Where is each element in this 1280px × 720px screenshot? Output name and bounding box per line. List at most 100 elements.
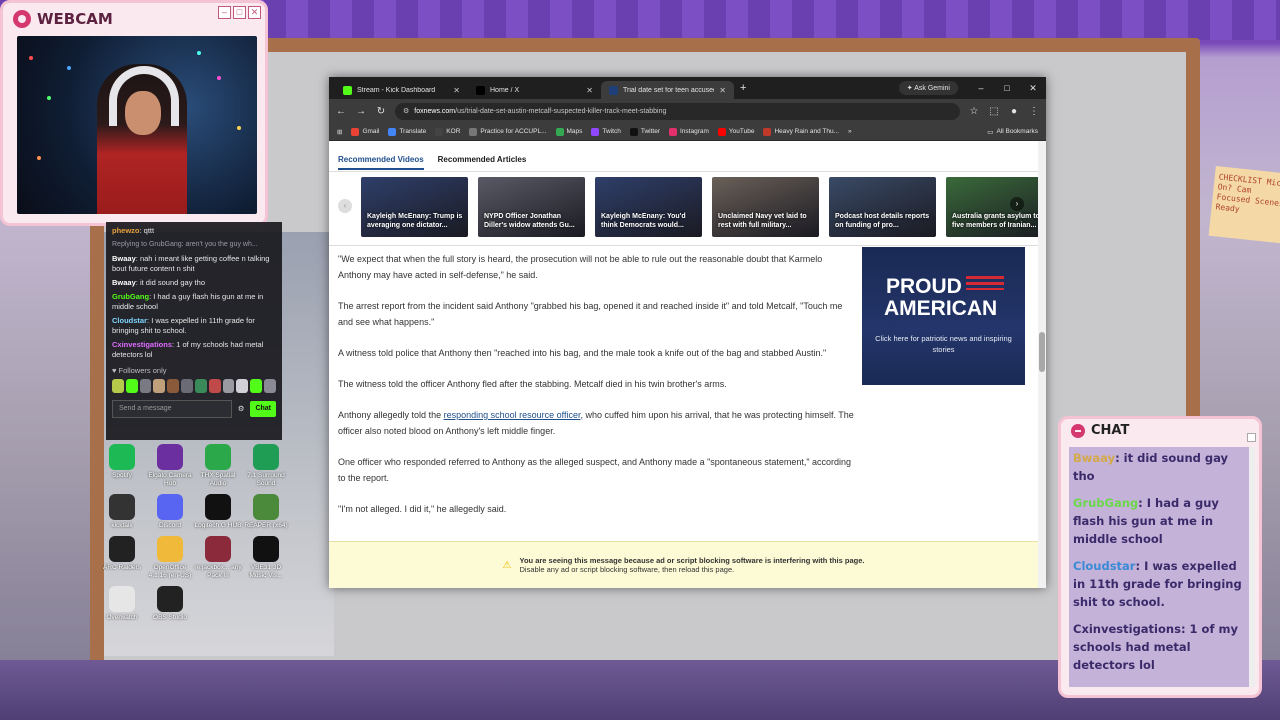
desktop-icon[interactable]: VBE31 3D Music Vis... bbox=[242, 536, 290, 580]
recommended-tabs: Recommended Videos Recommended Articles bbox=[338, 155, 526, 170]
desktop-icon[interactable]: Discord bbox=[146, 494, 194, 530]
reload-icon[interactable]: ↻ bbox=[375, 106, 387, 117]
emote-icon[interactable] bbox=[139, 379, 152, 393]
app-icon bbox=[157, 586, 183, 612]
video-thumbnail[interactable]: NYPD Officer Jonathan Diller's widow att… bbox=[478, 177, 585, 237]
profile-avatar[interactable]: ● bbox=[1008, 106, 1020, 117]
bookmark-label: Heavy Rain and Thu... bbox=[774, 128, 839, 135]
desktop-icon[interactable]: ARC Raiders bbox=[98, 536, 146, 580]
bookmark-item[interactable]: Twitter bbox=[629, 127, 660, 136]
browser-tab[interactable]: Trial date set for teen accused ✕ bbox=[601, 81, 734, 99]
maximize-icon[interactable]: □ bbox=[994, 83, 1020, 93]
bookmark-item[interactable]: KOR bbox=[435, 127, 461, 136]
app-icon bbox=[205, 494, 231, 520]
carousel-prev-button[interactable]: ‹ bbox=[338, 199, 352, 213]
browser-tab[interactable]: Stream - Kick Dashboard ✕ bbox=[335, 81, 468, 99]
app-icon bbox=[157, 536, 183, 562]
emote-icon[interactable] bbox=[264, 379, 276, 393]
video-thumbnail[interactable]: Podcast host details reports on funding … bbox=[829, 177, 936, 237]
chat-text: qttt bbox=[143, 226, 155, 235]
extensions-icon[interactable]: ⬚ bbox=[988, 106, 1000, 117]
bookmark-item[interactable]: Practice for ACCUPL... bbox=[469, 127, 547, 136]
tab-recommended-articles[interactable]: Recommended Articles bbox=[438, 155, 527, 170]
tab-close-icon[interactable]: ✕ bbox=[586, 86, 593, 95]
back-icon[interactable]: ← bbox=[335, 106, 347, 117]
bookmarks-overflow-icon[interactable]: » bbox=[848, 128, 852, 135]
settings-icon[interactable]: ⚙ bbox=[238, 404, 245, 414]
ask-gemini-button[interactable]: ✦ Ask Gemini bbox=[898, 81, 958, 95]
send-bar: Send a message ⚙ Chat bbox=[112, 398, 276, 420]
officer-link[interactable]: responding school resource officer bbox=[444, 410, 581, 420]
video-caption: Podcast host details reports on funding … bbox=[835, 213, 930, 229]
desktop-icon[interactable]: OpenOffice 4.1.16 (en-US) bbox=[146, 536, 194, 580]
desktop-icon[interactable]: THX Spatial Audio bbox=[194, 444, 242, 488]
video-caption: Kayleigh McEnany: You'd think Democrats … bbox=[601, 213, 686, 229]
bookmark-label: Gmail bbox=[362, 128, 380, 135]
bookmark-item[interactable]: Gmail bbox=[351, 127, 380, 136]
emote-icon[interactable] bbox=[222, 379, 235, 393]
new-tab-button[interactable]: + bbox=[740, 82, 746, 94]
emote-icon[interactable] bbox=[153, 379, 166, 393]
emote-icon[interactable] bbox=[125, 379, 138, 393]
tab-close-icon[interactable]: ✕ bbox=[719, 86, 726, 95]
emote-bar bbox=[112, 379, 276, 393]
bookmark-item[interactable]: YouTube bbox=[717, 127, 754, 136]
video-caption: Kayleigh McEnany: Trump is averaging one… bbox=[367, 213, 463, 229]
chat-message: GrubGang: I had a guy flash his gun at m… bbox=[112, 292, 264, 311]
bookmark-favicon-icon bbox=[555, 127, 564, 136]
app-icon bbox=[157, 494, 183, 520]
carousel-next-button[interactable]: › bbox=[1010, 197, 1024, 211]
all-bookmarks[interactable]: ▭ All Bookmarks bbox=[987, 128, 1038, 136]
browser-tab[interactable]: Home / X ✕ bbox=[468, 81, 601, 99]
site-info-icon[interactable]: ⚙ bbox=[403, 107, 409, 115]
webcam-panel: WEBCAM – □ ✕ bbox=[0, 0, 268, 226]
chat-username: Bwaay bbox=[1073, 451, 1116, 465]
apps-icon[interactable]: ⊞ bbox=[337, 128, 342, 136]
bookmark-item[interactable]: Twitch bbox=[591, 127, 621, 136]
emote-icon[interactable] bbox=[194, 379, 207, 393]
tab-recommended-videos[interactable]: Recommended Videos bbox=[338, 155, 424, 170]
bookmark-item[interactable]: Instagram bbox=[668, 127, 709, 136]
desktop-icon[interactable]: Overwatch bbox=[98, 586, 146, 622]
bookmark-item[interactable]: Translate bbox=[388, 127, 426, 136]
video-thumbnail[interactable]: Unclaimed Navy vet laid to rest with ful… bbox=[712, 177, 819, 237]
article-paragraph: The arrest report from the incident said… bbox=[338, 301, 843, 327]
video-thumbnail[interactable]: Australia grants asylum to five members … bbox=[946, 177, 1038, 237]
emote-icon[interactable] bbox=[250, 379, 263, 393]
close-icon[interactable]: ✕ bbox=[1020, 83, 1046, 94]
proud-american-ad[interactable]: PROUD AMERICAN Click here for patriotic … bbox=[862, 247, 1025, 385]
desktop-icon[interactable]: OBS Studio bbox=[146, 586, 194, 622]
app-icon bbox=[253, 444, 279, 470]
bookmark-item[interactable]: Maps bbox=[555, 127, 582, 136]
app-icon bbox=[109, 536, 135, 562]
chat-username: Cloudstar bbox=[1073, 559, 1136, 573]
bookmark-star-icon[interactable]: ☆ bbox=[968, 106, 980, 117]
url-input[interactable]: ⚙ foxnews.com/us/trial-date-set-austin-m… bbox=[395, 102, 960, 120]
chat-text: it did sound gay tho bbox=[139, 278, 205, 287]
menu-icon[interactable]: ⋮ bbox=[1028, 106, 1040, 117]
chat-message: phewzo: qttt bbox=[112, 226, 155, 235]
emote-icon[interactable] bbox=[167, 379, 180, 393]
emote-icon[interactable] bbox=[236, 379, 249, 393]
minimize-icon[interactable]: – bbox=[968, 83, 994, 93]
tab-close-icon[interactable]: ✕ bbox=[453, 86, 460, 95]
desktop-icon[interactable]: re:jackbox... any Pack III bbox=[194, 536, 242, 580]
chat-username: Bwaay bbox=[112, 254, 136, 263]
desktop-icon[interactable]: Spotify bbox=[98, 444, 146, 488]
send-message-input[interactable]: Send a message bbox=[112, 400, 232, 418]
scrollbar-thumb[interactable] bbox=[1039, 332, 1045, 372]
video-thumbnail[interactable]: Kayleigh McEnany: Trump is averaging one… bbox=[361, 177, 468, 237]
desktop-icon[interactable]: REAPER (x64) bbox=[242, 494, 290, 530]
desktop-icon[interactable]: Elgato Camera Hub bbox=[146, 444, 194, 488]
desktop-icon[interactable]: kicktalk bbox=[98, 494, 146, 530]
forward-icon[interactable]: → bbox=[355, 106, 367, 117]
emote-icon[interactable] bbox=[112, 379, 124, 393]
emote-icon[interactable] bbox=[208, 379, 221, 393]
video-thumbnail[interactable]: Kayleigh McEnany: You'd think Democrats … bbox=[595, 177, 702, 237]
bookmark-item[interactable]: Heavy Rain and Thu... bbox=[763, 127, 839, 136]
bookmark-label: KOR bbox=[446, 128, 461, 135]
desktop-icon[interactable]: 7.1 Surround Sound bbox=[242, 444, 290, 488]
emote-icon[interactable] bbox=[181, 379, 193, 393]
chat-send-button[interactable]: Chat bbox=[250, 401, 276, 417]
desktop-icon[interactable]: Logitech G HUB bbox=[194, 494, 242, 530]
